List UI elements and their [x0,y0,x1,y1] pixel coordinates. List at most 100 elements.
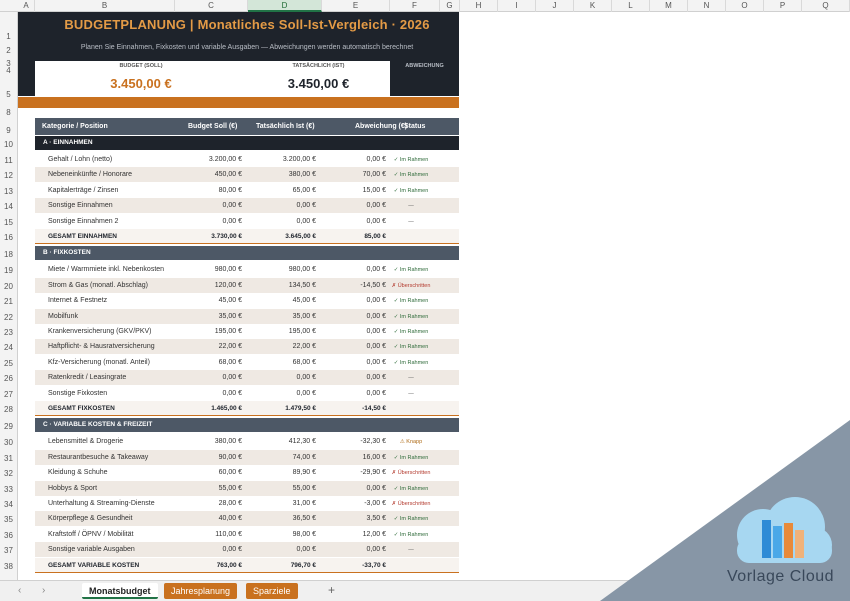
row-header[interactable]: 35 [0,515,18,525]
cell-category[interactable]: Restaurantbesuche & Takeaway [48,454,148,461]
row-header[interactable]: 18 [0,250,18,260]
row-header[interactable]: 14 [0,202,18,212]
cell-actual[interactable]: 68,00 € [293,359,316,366]
cell-status[interactable]: ✓ Im Rahmen [381,344,441,350]
cell-actual[interactable]: 0,00 € [297,546,316,553]
cell-status[interactable]: ✓ Im Rahmen [381,188,441,194]
cell-actual[interactable]: 98,00 € [293,531,316,538]
column-header-i[interactable]: I [498,0,536,12]
row-header[interactable]: 34 [0,500,18,509]
cell-budget[interactable]: 60,00 € [219,469,242,476]
cell-status[interactable]: ✓ Im Rahmen [381,329,441,335]
cell-actual[interactable]: 0,00 € [297,202,316,209]
cell-actual[interactable]: 980,00 € [289,266,316,273]
column-header-p[interactable]: P [764,0,802,12]
row-header[interactable]: 38 [0,561,18,571]
row-header[interactable]: 12 [0,171,18,181]
cell-status[interactable]: ✓ Im Rahmen [381,298,441,304]
cell-budget[interactable]: 0,00 € [223,218,242,225]
column-header-e[interactable]: E [322,0,390,12]
cell-category[interactable]: GESAMT EINNAHMEN [48,233,117,240]
row-header[interactable]: 31 [0,453,18,463]
cell-actual[interactable]: 195,00 € [289,328,316,335]
cell-budget[interactable]: 3.730,00 € [211,233,242,240]
cell-category[interactable]: Kraftstoff / ÖPNV / Mobilität [48,531,133,538]
cell-actual[interactable]: 74,00 € [293,454,316,461]
cell-category[interactable]: Hobbys & Sport [48,485,97,492]
column-header-f[interactable]: F [390,0,440,12]
cell-budget[interactable]: 0,00 € [223,390,242,397]
cell-category[interactable]: Ratenkredit / Leasingrate [48,374,126,381]
column-header-g[interactable]: G [440,0,460,12]
cell-actual[interactable]: 31,00 € [293,500,316,507]
row-header[interactable]: 19 [0,266,18,276]
cell-category[interactable]: Unterhaltung & Streaming-Dienste [48,500,155,507]
row-header[interactable]: 1 [0,32,18,41]
cell-budget[interactable]: 0,00 € [223,546,242,553]
row-header[interactable]: 24 [0,343,18,353]
row-header[interactable]: 27 [0,389,18,399]
cell-status[interactable]: ✓ Im Rahmen [381,516,441,522]
cell-actual[interactable]: 0,00 € [297,218,316,225]
cell-budget[interactable]: 1.465,00 € [211,405,242,412]
cell-actual[interactable]: 0,00 € [297,374,316,381]
cell-category[interactable]: GESAMT VARIABLE KOSTEN [48,562,139,569]
cell-budget[interactable]: 40,00 € [219,515,242,522]
cell-status[interactable]: ✗ Überschritten [381,501,441,507]
row-header[interactable]: 23 [0,328,18,337]
actual-value[interactable]: 3.450,00 € [247,76,390,91]
row-header[interactable]: 32 [0,469,18,479]
row-header[interactable]: 13 [0,186,18,196]
column-header-d[interactable]: D [248,0,322,12]
cell-actual[interactable]: 3.200,00 € [283,156,316,163]
row-header[interactable]: 11 [0,156,18,165]
cell-category[interactable]: Mobilfunk [48,313,78,320]
cell-actual[interactable]: 412,30 € [289,438,316,445]
cell-actual[interactable]: 89,90 € [293,469,316,476]
tab-jahresplanung[interactable]: Jahresplanung [164,583,238,599]
cell-budget[interactable]: 68,00 € [219,359,242,366]
cell-category[interactable]: GESAMT FIXKOSTEN [48,405,115,412]
row-header[interactable]: 25 [0,358,18,368]
cell-budget[interactable]: 380,00 € [215,438,242,445]
next-sheet-icon[interactable]: › [42,585,45,596]
cell-budget[interactable]: 22,00 € [219,343,242,350]
cell-deviation[interactable]: 85,00 € [364,233,386,240]
row-header[interactable]: 10 [0,140,18,149]
row-header[interactable]: 4 [0,66,18,75]
row-header[interactable]: 21 [0,297,18,307]
column-header-a[interactable]: A [18,0,35,12]
cell-category[interactable]: Miete / Warmmiete inkl. Nebenkosten [48,266,164,273]
cell-deviation[interactable]: -33,70 € [362,562,386,569]
column-header-j[interactable]: J [536,0,574,12]
cell-budget[interactable]: 763,00 € [217,562,242,569]
row-header[interactable]: 29 [0,422,18,432]
row-header[interactable]: 9 [0,126,18,135]
cell-category[interactable]: Körperpflege & Gesundheit [48,515,132,522]
cell-actual[interactable]: 65,00 € [293,187,316,194]
cell-status[interactable]: ✗ Überschritten [381,283,441,289]
cell-status[interactable]: ✓ Im Rahmen [381,157,441,163]
column-header-k[interactable]: K [574,0,612,12]
cell-status[interactable]: ✗ Überschritten [381,470,441,476]
cell-category[interactable]: Kfz-Versicherung (monatl. Anteil) [48,359,150,366]
cell-status[interactable]: ✓ Im Rahmen [381,360,441,366]
cell-budget[interactable]: 450,00 € [215,171,242,178]
row-header[interactable]: 5 [0,90,18,99]
cell-budget[interactable]: 45,00 € [219,297,242,304]
cell-category[interactable]: Internet & Festnetz [48,297,107,304]
cell-category[interactable]: Sonstige Einnahmen 2 [48,218,118,225]
column-header-h[interactable]: H [460,0,498,12]
row-header[interactable]: 16 [0,233,18,242]
cell-category[interactable]: Lebensmittel & Drogerie [48,438,123,445]
budget-value[interactable]: 3.450,00 € [35,76,247,91]
cell-budget[interactable]: 0,00 € [223,374,242,381]
cell-deviation[interactable]: -14,50 € [362,405,386,412]
row-header[interactable]: 30 [0,438,18,448]
cell-actual[interactable]: 45,00 € [293,297,316,304]
row-header[interactable]: 20 [0,281,18,291]
row-header[interactable]: 8 [0,108,18,117]
cell-status[interactable]: — [381,391,441,397]
cell-budget[interactable]: 55,00 € [219,485,242,492]
prev-sheet-icon[interactable]: ‹ [18,585,21,596]
